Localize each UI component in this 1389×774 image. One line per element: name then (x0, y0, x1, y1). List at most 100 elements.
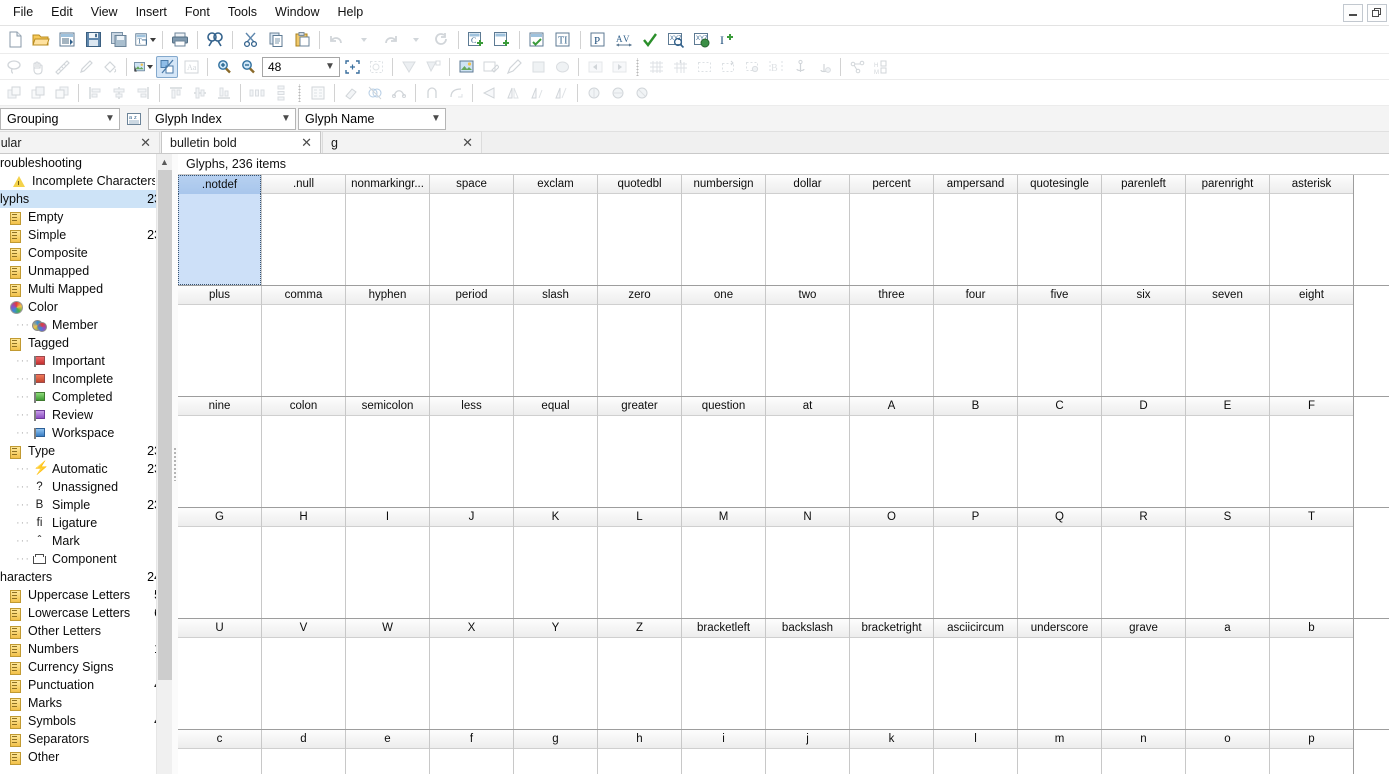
glyph-cell[interactable]: G (178, 508, 262, 618)
minimize-button[interactable] (1343, 4, 1363, 22)
export-dropdown-caret[interactable] (150, 37, 156, 42)
kerning-icon[interactable]: AV (612, 28, 636, 52)
tab-bulletin-bold[interactable]: bulletin bold ✕ (161, 131, 321, 153)
smooth-icon[interactable] (445, 82, 467, 104)
glyph-cell[interactable]: dollar (766, 175, 850, 285)
glyph-cell[interactable]: f (430, 730, 514, 774)
menu-font[interactable]: Font (176, 1, 219, 24)
glyph-cell[interactable]: space (430, 175, 514, 285)
next-glyph-icon[interactable] (608, 56, 630, 78)
fill-tool-icon[interactable] (99, 56, 121, 78)
guidelines-icon[interactable] (693, 56, 715, 78)
glyph-cell[interactable]: F (1270, 397, 1354, 507)
glyph-cell[interactable]: comma (262, 286, 346, 396)
glyph-cell[interactable]: i (682, 730, 766, 774)
glyph-cell[interactable]: nine (178, 397, 262, 507)
glyph-cell[interactable]: semicolon (346, 397, 430, 507)
glyph-cell[interactable]: L (598, 508, 682, 618)
glyph-cell[interactable]: six (1102, 286, 1186, 396)
refresh-icon[interactable] (429, 28, 453, 52)
glyph-cell[interactable]: equal (514, 397, 598, 507)
tree-item-uppercase-letters[interactable]: Uppercase Letters56 (0, 586, 172, 604)
glyph-cell[interactable]: W (346, 619, 430, 729)
autohinting-icon[interactable] (638, 28, 662, 52)
redo-icon[interactable] (377, 28, 401, 52)
rotate-right-icon[interactable] (631, 82, 653, 104)
glyph-index-combo[interactable]: Glyph Index ▼ (148, 107, 296, 130)
glyph-cell[interactable]: l (934, 730, 1018, 774)
glyph-cell[interactable]: nonmarkingr... (346, 175, 430, 285)
outline-overlay-icon[interactable] (156, 55, 178, 78)
glyph-cell[interactable]: g (514, 730, 598, 774)
tree-item-other-letters[interactable]: Other Letters5 (0, 622, 172, 640)
measure-tool-icon[interactable] (51, 56, 73, 78)
flip-horizontal-icon[interactable] (502, 82, 524, 104)
tree-item-color[interactable]: Color0 (0, 298, 172, 316)
knife-tool-icon[interactable] (75, 56, 97, 78)
tree-item-review[interactable]: ···Review0 (0, 406, 172, 424)
mirror-icon[interactable] (550, 82, 572, 104)
glyph-cell[interactable]: period (430, 286, 514, 396)
tree-item-unmapped[interactable]: Unmapped1 (0, 262, 172, 280)
glyph-cell[interactable]: parenleft (1102, 175, 1186, 285)
glyph-cell[interactable]: J (430, 508, 514, 618)
tree-item-incomplete-characters[interactable]: Incomplete Characters4 (0, 172, 172, 190)
glyph-cell[interactable]: h (598, 730, 682, 774)
rotate-icon[interactable] (607, 82, 629, 104)
scrollbar-thumb[interactable] (158, 170, 172, 680)
remove-overlap-icon[interactable] (364, 82, 386, 104)
rectangle-tool-icon[interactable] (527, 56, 549, 78)
postscript-names-icon[interactable]: P (586, 28, 610, 52)
close-icon[interactable]: ✕ (460, 136, 475, 149)
tree-item-roubleshooting[interactable]: roubleshooting0 (0, 154, 172, 172)
glyph-cell[interactable]: T (1270, 508, 1354, 618)
tree-item-workspace[interactable]: ···Workspace0 (0, 424, 172, 442)
glyph-cell[interactable]: two (766, 286, 850, 396)
glyph-cell[interactable]: quotedbl (598, 175, 682, 285)
image-background-icon[interactable] (132, 56, 154, 78)
glyph-cell[interactable]: greater (598, 397, 682, 507)
glyph-cell[interactable]: c (178, 730, 262, 774)
glyph-cell[interactable]: asciicircum (934, 619, 1018, 729)
tab-bulletin-regular[interactable]: etin regular ✕ (0, 131, 160, 153)
paste-icon[interactable] (290, 28, 314, 52)
eraser-icon[interactable] (340, 82, 362, 104)
glyph-cell[interactable]: quotesingle (1018, 175, 1102, 285)
tree-item-separators[interactable]: Separators2 (0, 730, 172, 748)
glyph-cell[interactable]: at (766, 397, 850, 507)
align-left-icon[interactable] (84, 82, 106, 104)
tree-item-other[interactable]: Other3 (0, 748, 172, 766)
zoom-level-combo[interactable]: 48 ▼ (262, 56, 340, 77)
tree-item-empty[interactable]: Empty5 (0, 208, 172, 226)
glyph-cell[interactable]: seven (1186, 286, 1270, 396)
align-bottom-icon[interactable] (213, 82, 235, 104)
menu-file[interactable]: File (4, 1, 42, 24)
tree-item-member[interactable]: ···Member0 (0, 316, 172, 334)
flip-vertical-icon[interactable] (526, 82, 548, 104)
bearings-icon[interactable]: B (765, 56, 787, 78)
glyph-cell[interactable]: less (430, 397, 514, 507)
copy-icon[interactable] (264, 28, 288, 52)
install-font-icon[interactable]: XYZ (690, 28, 714, 52)
close-icon[interactable]: ✕ (138, 136, 153, 149)
tree-item-component[interactable]: ···Component0 (0, 550, 172, 568)
tree-item-incomplete[interactable]: ···Incomplete0 (0, 370, 172, 388)
tab-g[interactable]: g ✕ (322, 131, 482, 153)
tree-item-simple[interactable]: ···BSimple236 (0, 496, 172, 514)
menu-insert[interactable]: Insert (127, 1, 176, 24)
snap-anchors-icon[interactable] (813, 56, 835, 78)
glyph-cell[interactable]: plus (178, 286, 262, 396)
insert-character-icon[interactable]: I (716, 28, 740, 52)
glyph-cell[interactable]: e (346, 730, 430, 774)
grid-icon[interactable] (645, 56, 667, 78)
hints-icon[interactable]: HM (870, 56, 892, 78)
open-icon[interactable] (29, 28, 53, 52)
anchors-icon[interactable] (789, 56, 811, 78)
save-icon[interactable] (81, 28, 105, 52)
preview-font-icon[interactable]: XYZ (664, 28, 688, 52)
glyph-cell[interactable]: V (262, 619, 346, 729)
align-right-icon[interactable] (132, 82, 154, 104)
open-installed-font-icon[interactable] (55, 28, 79, 52)
print-icon[interactable] (168, 28, 192, 52)
glyph-name-combo[interactable]: Glyph Name ▼ (298, 107, 446, 130)
